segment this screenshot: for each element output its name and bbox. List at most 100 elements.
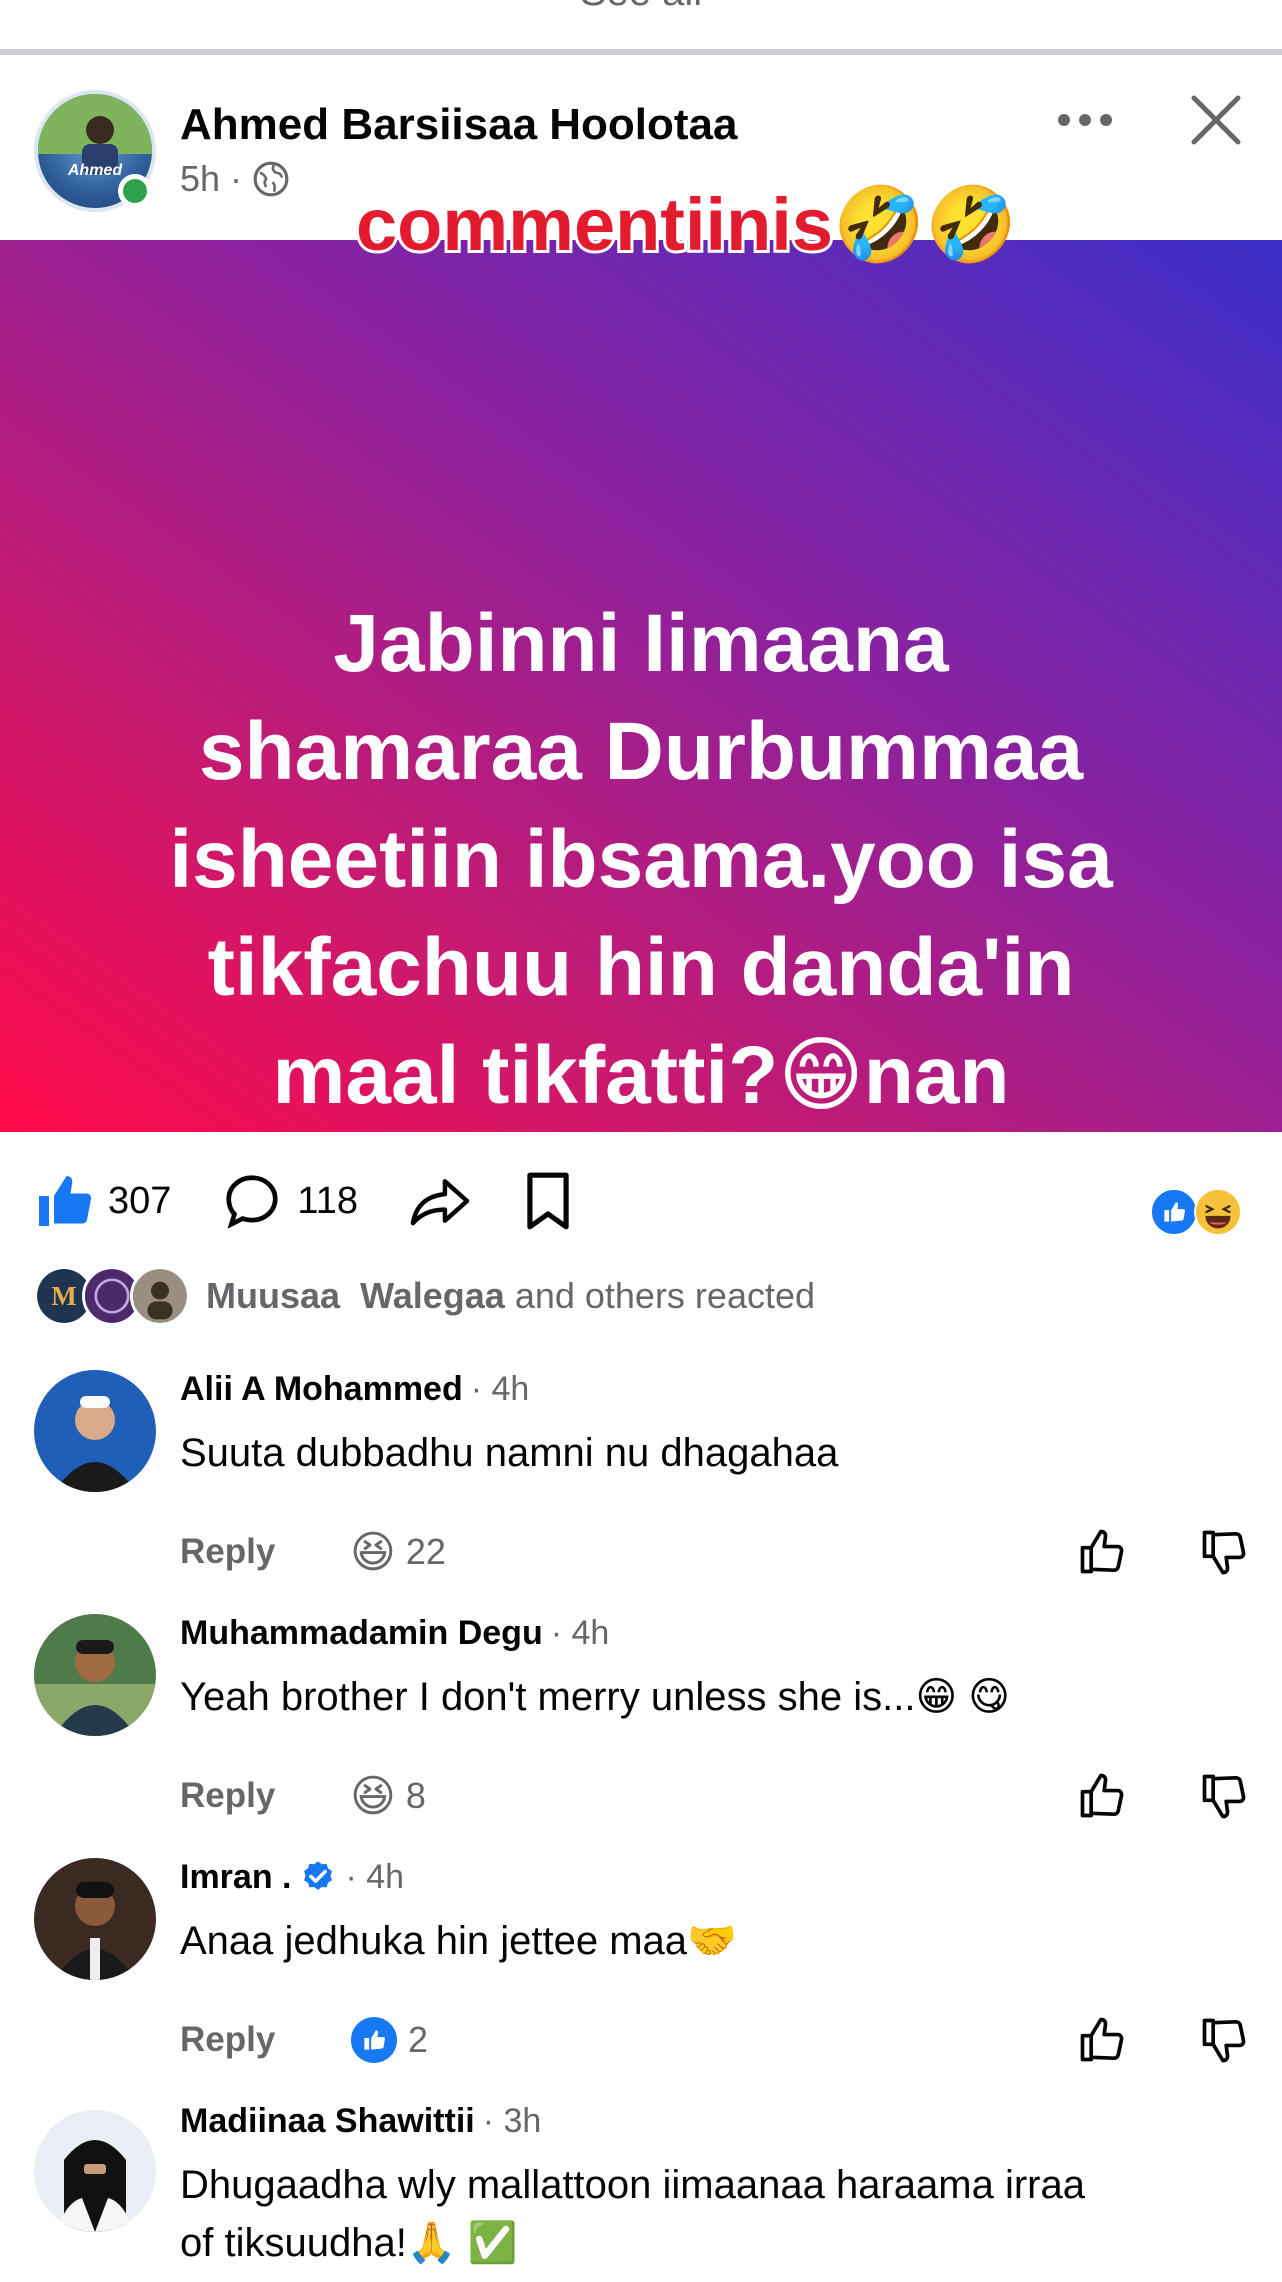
post-author-name[interactable]: Ahmed Barsiisaa Hoolotaa [180,100,738,150]
comment-vote [1076,2014,1250,2066]
thumbs-up-icon[interactable] [1076,2014,1128,2066]
globe-icon [253,161,289,197]
post-body: Jabinni Iimaana shamaraa Durbummaa ishee… [80,590,1202,1238]
reaction-count: 2 [408,2019,429,2060]
commenter-name[interactable]: Madiinaa Shawittii [180,2102,475,2141]
comment-time: 4h [491,1370,530,1408]
comment-time: 3h [503,2102,542,2140]
comment-text-line: of tiksuudha!🙏 ✅ [180,2214,1240,2272]
haha-emoji-icon: 😆 [350,1527,396,1577]
thumbs-down-icon[interactable] [1198,1770,1250,1822]
verified-badge-icon [304,1860,333,1890]
comment-reaction[interactable]: 😆 22 [350,1527,446,1578]
comment-footer: Reply 😆 22 [180,1522,1250,1582]
reactors-text: Muusaa Walegaa and others reacted [206,1275,815,1317]
comment-text-line: Anaa jedhuka hin jettee maa🤝 [180,1912,1240,1970]
post-time: 5h [180,158,221,199]
close-icon[interactable] [1188,92,1244,148]
post-body-line: tikfachuu hin danda'in [207,922,1075,1013]
comment-header: Muhammadamin Degu · 4h [180,1614,609,1653]
reactor-name[interactable]: Walegaa [360,1275,505,1316]
comment-text: of tiksuudha! [180,2221,407,2265]
comment-text-line: Yeah brother I don't merry unless she is… [180,1668,1240,1726]
commenter-name[interactable]: Muhammadamin Degu [180,1614,543,1653]
post-body-line-5: maal tikfatti?😁nan [80,1022,1202,1130]
reply-button[interactable]: Reply [180,1776,350,1816]
post-body-segment: nan [863,1030,1010,1121]
post-body-line: Jabinni Iimaana [333,598,949,689]
share-arrow-icon [410,1179,470,1226]
grin-emoji-icon: 😁 [915,1675,958,1719]
post-body-segment: maal tikfatti? [272,1030,779,1121]
comment-text: Anaa jedhuka hin jettee maa [180,1919,688,1963]
thumbs-down-icon[interactable] [1198,2014,1250,2066]
bookmark-icon [527,1172,569,1230]
see-all-link[interactable]: See all [0,0,1282,15]
grin-emoji-icon: 😁 [778,1030,864,1121]
commenter-name[interactable]: Imran . [180,1858,291,1897]
post-body-line: isheetiin ibsama.yoo isa [169,814,1113,905]
post-meta: 5h · [180,158,290,200]
rofl-emoji-icon: 🤣🤣 [833,183,1018,266]
comment-footer: Reply 2 [180,2010,1250,2070]
comment-text: Suuta dubbadhu namni nu dhagahaa [180,1431,839,1475]
comment-text-block: Dhugaadha wly mallattoon iimaanaa haraam… [180,2156,1240,2272]
divider [0,49,1282,55]
commenter-name[interactable]: Alii A Mohammed [180,1370,463,1409]
comment-bubble-icon [226,1175,278,1229]
comment-meta: · 4h [550,1614,610,1652]
comment-count: 118 [297,1179,358,1222]
thumbs-down-icon[interactable] [1198,1526,1250,1578]
comment-time: 4h [571,1614,610,1652]
comment-reaction[interactable]: 2 [350,2016,428,2064]
comment-footer: Reply 😆 8 [180,1766,1250,1826]
online-status-dot [118,174,152,208]
thumbs-up-filled-icon [39,1176,92,1226]
more-options-icon[interactable] [1056,112,1114,128]
comment-reaction[interactable]: 😆 8 [350,1771,426,1822]
comment-meta: · 4h [345,1858,405,1896]
haha-emoji-icon: 😆 [350,1771,396,1821]
like-count: 307 [108,1179,172,1222]
overlay-caption-text: commentiinis [353,180,836,269]
save-button[interactable] [522,1170,574,1232]
comment-header: Imran . · 4h [180,1858,404,1897]
post-action-bar: 307 118 [34,1166,624,1236]
comment-header: Madiinaa Shawittii · 3h [180,2102,541,2141]
like-button[interactable]: 307 [34,1171,171,1231]
share-button[interactable] [408,1171,472,1231]
commenter-avatar[interactable] [34,1858,156,1980]
reactors-line[interactable]: M Muusaa Walegaa and others reacted [34,1266,815,1326]
post-body-line: shamaraa Durbummaa [198,706,1084,797]
reply-button[interactable]: Reply [180,1532,350,1572]
check-mark-emoji-icon: ✅ [467,2221,518,2265]
reactors-suffix: and others reacted [514,1275,816,1316]
yum-emoji-icon: 😋 [968,1675,1010,1719]
post-text-background: Jabinni Iimaana shamaraa Durbummaa ishee… [0,240,1282,1229]
reaction-count: 8 [405,1775,426,1816]
haha-reaction-icon [1194,1188,1242,1236]
commenter-avatar[interactable] [34,2110,156,2232]
reactor-name[interactable]: Muusaa [206,1275,340,1316]
thumbs-up-icon[interactable] [1076,1526,1128,1578]
reaction-summary[interactable] [1150,1188,1250,1238]
commenter-avatar[interactable] [34,1370,156,1492]
svg-text:M: M [51,1281,76,1311]
meta-dot: · [230,158,243,199]
reactor-avatar [130,1266,190,1326]
comment-vote [1076,1526,1250,1578]
comment-header: Alii A Mohammed · 4h [180,1370,529,1409]
like-reaction-icon [350,2016,398,2064]
comment-text: Dhugaadha wly mallattoon iimaanaa haraam… [180,2163,1085,2207]
reply-button[interactable]: Reply [180,2020,350,2060]
praying-hands-emoji-icon: 🙏 [406,2221,457,2265]
comment-time: 4h [366,1858,405,1896]
commenter-avatar[interactable] [34,1614,156,1736]
comment-meta: · 4h [470,1370,530,1408]
comment-button[interactable]: 118 [221,1170,358,1232]
overlay-caption: commentiinis🤣🤣 [353,180,1018,269]
reaction-count: 22 [405,1531,446,1572]
thumbs-up-icon[interactable] [1076,1770,1128,1822]
comment-vote [1076,1770,1250,1822]
like-reaction-icon [1150,1188,1198,1236]
